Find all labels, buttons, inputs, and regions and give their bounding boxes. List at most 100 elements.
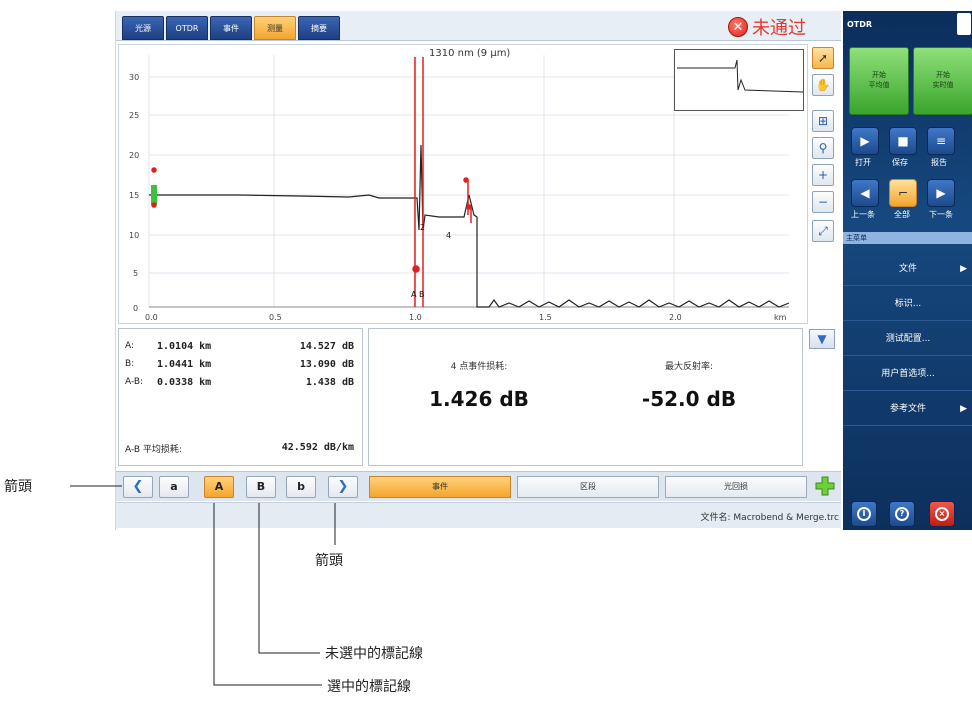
sidebar-title: OTDR: [847, 20, 873, 29]
wavelength-label: 1310 nm (9 µm): [429, 48, 511, 59]
menu-file-label: 文件: [898, 264, 917, 274]
x-tick: 1.5: [539, 313, 552, 322]
y-tick: 20: [129, 151, 139, 160]
selected-marker-annotation: 選中的標記線: [327, 679, 411, 695]
help-icon[interactable]: ?: [889, 501, 915, 527]
y-tick: 10: [129, 231, 139, 240]
four-point-loss-value: 1.426 dB: [429, 387, 529, 411]
view-sections-button[interactable]: 区段: [517, 476, 659, 498]
save-icon[interactable]: ■: [889, 127, 917, 155]
unselected-marker-annotation: 未選中的標記線: [325, 646, 423, 662]
previous-label: 上一条: [851, 210, 875, 219]
menu-reference-file-label: 参考文件: [889, 404, 926, 414]
menu-identification[interactable]: 标识...: [843, 287, 972, 321]
y-tick: 5: [133, 269, 138, 278]
x-tick: 2.0: [669, 313, 682, 322]
max-reflectance-value: -52.0 dB: [641, 387, 737, 411]
trace-overview-thumbnail[interactable]: [674, 49, 804, 111]
pointer-icon[interactable]: ➚: [812, 47, 834, 69]
main-menu-header: 主菜单: [843, 232, 972, 244]
x-tick: 1.0: [409, 313, 422, 322]
marker-bar: ❮ a A B b ❯ 事件 区段 光回损: [116, 471, 841, 501]
b-value: 13.090 dB: [299, 359, 354, 370]
open-icon[interactable]: ▶: [851, 127, 879, 155]
otdr-trace-graph[interactable]: 30 25 20 15 10 5 0 0.0 0.5 1.0 1.5 2.0 k…: [118, 44, 808, 324]
add-icon[interactable]: [813, 474, 837, 498]
view-events-button[interactable]: 事件: [369, 476, 511, 498]
tab-otdr[interactable]: OTDR: [166, 16, 208, 40]
y-tick: 30: [129, 73, 139, 82]
marker-left-arrow-button[interactable]: ❮: [123, 476, 153, 498]
start-realtime-button[interactable]: 开始 实时值: [913, 47, 972, 115]
tab-bar: 光源 OTDR 事件 测量 摘要 ✕ 未通过: [116, 11, 841, 41]
trace-line: [149, 144, 790, 308]
arrow-annotation-left: 箭頭: [4, 479, 32, 495]
zoom-icon[interactable]: ⚲: [812, 137, 834, 159]
report-icon[interactable]: ≡: [927, 127, 955, 155]
a-distance: 1.0104 km: [157, 341, 212, 352]
menu-user-preferences[interactable]: 用户首选项...: [843, 357, 972, 391]
y-tick: 15: [129, 191, 139, 200]
menu-test-config-label: 测试配置...: [885, 334, 931, 344]
tab-events[interactable]: 事件: [210, 16, 252, 40]
zoom-out-icon[interactable]: −: [812, 191, 834, 213]
marker-b-button[interactable]: B: [246, 476, 276, 498]
start-average-button[interactable]: 开始 平均值: [849, 47, 909, 115]
four-point-loss-label: 4 点事件损耗:: [450, 362, 508, 372]
tab-light-source[interactable]: 光源: [122, 16, 164, 40]
open-label: 打开: [855, 158, 871, 167]
expand-down-icon[interactable]: ▼: [809, 329, 835, 349]
hand-icon[interactable]: ✋: [812, 74, 834, 96]
marker-a-small-button[interactable]: a: [159, 476, 189, 498]
next-trace-icon[interactable]: ▶: [927, 179, 955, 207]
x-unit: km: [774, 313, 787, 322]
marker-a-button[interactable]: A: [204, 476, 234, 498]
arrow-annotation-bottom: 箭頭: [315, 553, 343, 569]
otdr-screen: 光源 OTDR 事件 测量 摘要 ✕ 未通过 30 25 20 15 10 5 …: [115, 11, 972, 530]
marker-right-arrow-button[interactable]: ❯: [328, 476, 358, 498]
tab-summary[interactable]: 摘要: [298, 16, 340, 40]
device-icon: [957, 13, 971, 35]
submenu-arrow-icon: ▶: [960, 264, 967, 274]
close-icon[interactable]: ×: [929, 501, 955, 527]
filename-label: 文件名: Macrobend & Merge.trc: [700, 513, 839, 523]
marker-b-small-button[interactable]: b: [286, 476, 316, 498]
y-tick: 0: [133, 304, 138, 313]
x-tick: 0.0: [145, 313, 158, 322]
save-label: 保存: [892, 158, 908, 167]
submenu-arrow-icon: ▶: [960, 404, 967, 414]
full-view-icon[interactable]: ⤢: [812, 220, 834, 242]
avg-loss-value: 42.592 dB/km: [281, 442, 354, 453]
all-traces-icon[interactable]: ⌐: [889, 179, 917, 207]
next-label: 下一条: [929, 210, 953, 219]
ab-label: A-B:: [125, 377, 144, 387]
menu-file[interactable]: 文件 ▶: [843, 252, 972, 286]
marker-a-label: A: [411, 290, 417, 299]
max-reflectance-label: 最大反射率:: [664, 362, 714, 372]
y-tick: 25: [129, 111, 139, 120]
previous-trace-icon[interactable]: ◀: [851, 179, 879, 207]
zoom-area-icon[interactable]: ⊞: [812, 110, 834, 132]
graph-toolbar: ➚ ✋ ⊞ ⚲ + − ⤢: [809, 44, 839, 299]
ab-distance: 0.0338 km: [157, 377, 212, 388]
view-orl-button[interactable]: 光回损: [665, 476, 807, 498]
event-label: 2: [420, 223, 425, 232]
menu-reference-file[interactable]: 参考文件 ▶: [843, 392, 972, 426]
menu-identification-label: 标识...: [894, 299, 922, 309]
b-distance: 1.0441 km: [157, 359, 212, 370]
marker-b-label: B: [419, 290, 425, 299]
power-icon[interactable]: I: [851, 501, 877, 527]
menu-test-config[interactable]: 测试配置...: [843, 322, 972, 356]
fail-status-text: 未通过: [752, 18, 806, 39]
marker-measurements-panel: A: 1.0104 km 14.527 dB B: 1.0441 km 13.0…: [118, 328, 363, 466]
all-label: 全部: [894, 210, 910, 219]
b-label: B:: [125, 359, 135, 369]
a-value: 14.527 dB: [299, 341, 354, 352]
menu-user-preferences-label: 用户首选项...: [881, 369, 935, 379]
x-tick: 0.5: [269, 313, 282, 322]
avg-loss-label: A-B 平均损耗:: [125, 445, 182, 455]
zoom-in-icon[interactable]: +: [812, 164, 834, 186]
status-bar: 文件名: Macrobend & Merge.trc: [116, 502, 841, 528]
tab-measure[interactable]: 测量: [254, 16, 296, 40]
fail-x-icon: ✕: [728, 17, 748, 37]
